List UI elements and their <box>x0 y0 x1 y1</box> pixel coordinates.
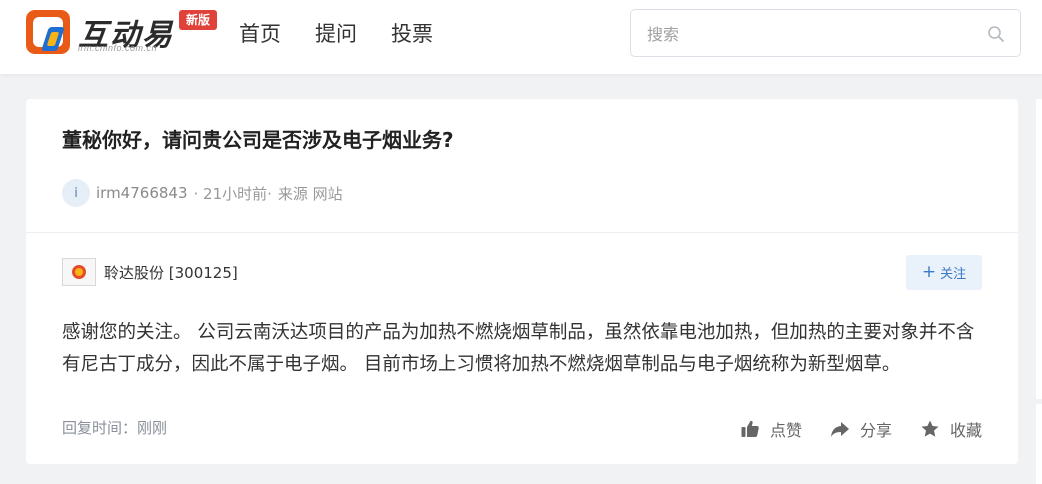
new-version-badge: 新版 <box>179 10 218 30</box>
nav-item-vote[interactable]: 投票 <box>391 19 433 49</box>
star-icon <box>921 420 939 437</box>
plus-icon: + <box>921 262 937 282</box>
share-button[interactable]: 分享 <box>830 417 892 441</box>
follow-button[interactable]: + 关注 <box>906 255 982 290</box>
side-panel-edge <box>1036 99 1042 399</box>
like-button[interactable]: 点赞 <box>740 417 802 441</box>
answer-actions: 点赞 分享 收藏 <box>740 417 982 441</box>
search-input[interactable] <box>647 22 967 46</box>
qa-card: 董秘你好，请问贵公司是否涉及电子烟业务? i irm4766843 · 21小时… <box>26 99 1018 464</box>
question-title: 董秘你好，请问贵公司是否涉及电子烟业务? <box>62 128 454 152</box>
thumbs-up-icon <box>741 420 759 437</box>
asker-avatar[interactable]: i <box>62 179 90 207</box>
question-meta: i irm4766843 · 21小时前· 来源 网站 <box>62 179 343 207</box>
company-logo-icon <box>62 258 96 286</box>
logo-mark-icon <box>26 10 70 54</box>
favorite-label: 收藏 <box>949 421 982 440</box>
section-divider <box>26 232 1018 233</box>
nav-item-home[interactable]: 首页 <box>239 19 281 49</box>
search-icon[interactable] <box>987 25 1005 43</box>
favorite-button[interactable]: 收藏 <box>920 417 982 441</box>
logo-subtitle: irm.cninfo.com.cn <box>78 43 158 53</box>
share-icon <box>830 422 849 437</box>
answer-text: 感谢您的关注。 公司云南沃达项目的产品为加热不燃烧烟草制品，虽然依靠电池加热，但… <box>62 322 975 375</box>
share-label: 分享 <box>859 421 892 440</box>
company-info[interactable]: 聆达股份 [300125] <box>62 258 238 286</box>
search-box <box>630 9 1021 57</box>
follow-label: 关注 <box>940 267 967 282</box>
question-source: 来源 网站 <box>277 184 343 203</box>
like-label: 点赞 <box>769 421 802 440</box>
site-logo[interactable]: 互动易 irm.cninfo.com.cn 新版 <box>26 9 222 57</box>
side-panel-edge-lower <box>1036 404 1042 484</box>
main-nav: 首页 提问 投票 <box>239 19 433 49</box>
reply-time: 回复时间：刚刚 <box>62 419 168 437</box>
nav-item-ask[interactable]: 提问 <box>315 19 357 49</box>
top-header: 互动易 irm.cninfo.com.cn 新版 首页 提问 投票 <box>0 0 1042 74</box>
asker-username[interactable]: irm4766843 <box>96 184 188 202</box>
question-time: · 21小时前· <box>193 184 272 203</box>
company-name[interactable]: 聆达股份 [300125] <box>104 262 238 283</box>
